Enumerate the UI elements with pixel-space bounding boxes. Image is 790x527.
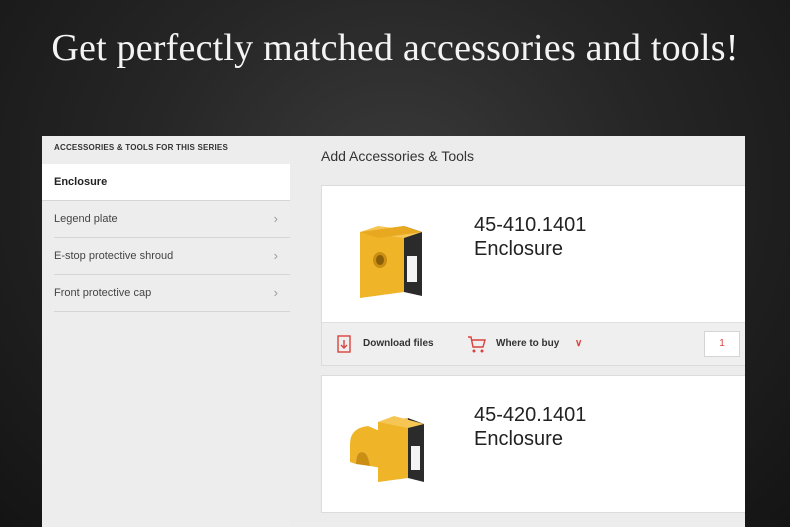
sidebar-item-label: Enclosure <box>54 176 108 188</box>
part-name: Enclosure <box>474 428 563 450</box>
sidebar-item-estop-shroud[interactable]: E-stop protective shroud › <box>54 238 290 275</box>
where-to-buy-label: Where to buy <box>496 338 560 349</box>
download-icon <box>337 335 351 353</box>
part-name: Enclosure <box>474 238 563 260</box>
enclosure-box-icon <box>360 226 422 298</box>
promo-headline: Get perfectly matched accessories and to… <box>51 27 739 69</box>
chevron-right-icon: › <box>273 285 278 300</box>
accessories-panel: ACCESSORIES & TOOLS FOR THIS SERIES Encl… <box>42 136 745 527</box>
sidebar-header: ACCESSORIES & TOOLS FOR THIS SERIES <box>54 143 228 152</box>
product-card-body[interactable]: 45-420.1401 Enclosure <box>322 376 745 512</box>
sidebar-item-label: Front protective cap <box>54 287 152 299</box>
sidebar-item-front-cap[interactable]: Front protective cap › <box>54 275 290 312</box>
part-number: 45-410.1401 <box>474 214 587 236</box>
download-files-label: Download files <box>363 338 434 349</box>
sidebar-item-legend-plate[interactable]: Legend plate › <box>54 201 290 238</box>
chevron-right-icon: › <box>273 211 278 226</box>
product-card: 45-410.1401 Enclosure Download files Whe… <box>321 185 745 366</box>
sidebar-item-enclosure[interactable]: Enclosure <box>42 164 290 201</box>
quantity-input[interactable]: 1 <box>704 331 740 357</box>
chevron-down-icon: ∨ <box>575 338 583 349</box>
product-card: 45-420.1401 Enclosure <box>321 375 745 513</box>
sidebar-item-label: E-stop protective shroud <box>54 250 174 262</box>
cart-icon <box>468 336 486 353</box>
enclosure-shroud-icon <box>350 416 424 482</box>
product-card-actions: Download files Where to buy ∨ 1 <box>322 322 745 365</box>
category-sidebar: ACCESSORIES & TOOLS FOR THIS SERIES Encl… <box>42 136 290 527</box>
page-title: Add Accessories & Tools <box>321 148 475 164</box>
part-number: 45-420.1401 <box>474 404 587 426</box>
main-content: Add Accessories & Tools 45-410.1401 Encl… <box>290 136 745 527</box>
product-card-body[interactable]: 45-410.1401 Enclosure <box>322 186 745 322</box>
sidebar-item-label: Legend plate <box>54 213 118 225</box>
chevron-right-icon: › <box>273 248 278 263</box>
